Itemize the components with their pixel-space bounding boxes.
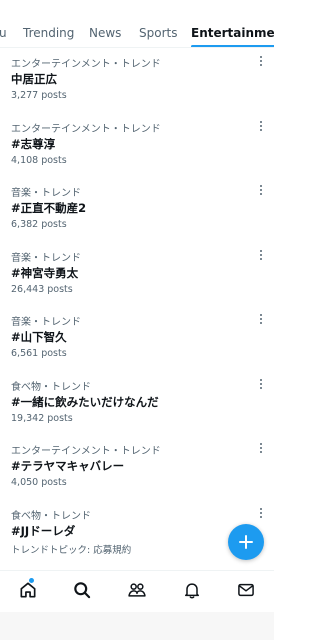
trend-name: #志尊淳 (11, 136, 56, 151)
trend-category: 音楽・トレンド (11, 252, 81, 264)
trend-item[interactable]: 音楽・トレンド #山下智久 6,561 posts (0, 306, 274, 371)
more-options-icon[interactable] (256, 377, 266, 391)
more-options-icon[interactable] (256, 119, 266, 133)
trend-name: #テラヤマキャバレー (11, 459, 125, 473)
trend-category: 食べ物・トレンド (11, 510, 91, 522)
trend-item[interactable]: 食べ物・トレンド #一緒に飲みたいだけなんだ 19,342 posts (0, 371, 274, 436)
trend-category: エンターテインメント・トレンド (11, 123, 161, 135)
trend-post-count: 26,443 posts (11, 283, 73, 295)
nav-communities[interactable] (127, 580, 147, 600)
bottom-navigation (0, 570, 274, 610)
trend-name: #神宮寺勇太 (11, 265, 79, 280)
compose-post-button[interactable] (228, 524, 264, 560)
trend-item[interactable]: 音楽・トレンド #正直不動産2 6,382 posts (0, 177, 274, 242)
bell-icon (185, 583, 199, 599)
trend-topic: トレンドトピック: 応募規約 (11, 544, 132, 556)
trend-category: 食べ物・トレンド (11, 381, 91, 393)
trend-post-count: 6,382 posts (11, 219, 67, 230)
plus-icon (239, 535, 253, 549)
trend-list: エンターテインメント・トレンド 中居正広 3,277 posts エンターテイン… (0, 48, 274, 564)
more-options-icon[interactable] (256, 506, 266, 520)
more-options-icon[interactable] (256, 183, 266, 197)
trend-item[interactable]: エンターテインメント・トレンド 中居正広 3,277 posts (0, 48, 274, 113)
tab-trending[interactable]: Trending (23, 0, 74, 47)
more-options-icon[interactable] (256, 312, 266, 326)
home-icon (20, 582, 36, 598)
communities-icon (128, 583, 146, 597)
tab-for-you[interactable]: u (0, 0, 7, 47)
nav-home[interactable] (18, 578, 38, 600)
nav-messages[interactable] (236, 580, 256, 600)
system-nav-bar (0, 612, 274, 640)
trend-name: #JJドーレダ (11, 523, 76, 538)
trend-post-count: 3,277 posts (11, 90, 67, 101)
more-options-icon[interactable] (256, 248, 266, 262)
nav-search[interactable] (72, 580, 92, 600)
mail-icon (238, 583, 254, 597)
trend-name: #山下智久 (11, 330, 67, 344)
trend-category: エンターテインメント・トレンド (11, 446, 161, 457)
trend-name: #一緒に飲みたいだけなんだ (11, 394, 159, 409)
more-options-icon[interactable] (256, 54, 266, 68)
trend-category: 音楽・トレンド (11, 188, 81, 199)
tab-entertainment[interactable]: Entertainment (191, 0, 274, 47)
tab-news[interactable]: News (89, 0, 121, 47)
notification-dot (29, 578, 34, 583)
trend-post-count: 4,108 posts (11, 154, 67, 166)
trend-item[interactable]: エンターテインメント・トレンド #テラヤマキャバレー 4,050 posts (0, 435, 274, 500)
trend-name: 中居正広 (11, 72, 57, 86)
search-icon (74, 582, 91, 599)
trend-category: エンターテインメント・トレンド (11, 59, 161, 70)
trend-category: 音楽・トレンド (11, 317, 81, 328)
trend-post-count: 19,342 posts (11, 412, 73, 424)
trend-item[interactable]: 音楽・トレンド #神宮寺勇太 26,443 posts (0, 242, 274, 307)
trend-item[interactable]: エンターテインメント・トレンド #志尊淳 4,108 posts (0, 113, 274, 178)
more-options-icon[interactable] (256, 441, 266, 455)
explore-tabs: u Trending News Sports Entertainment (0, 0, 274, 48)
trend-name: #正直不動産2 (11, 201, 87, 215)
trend-post-count: 6,561 posts (11, 348, 67, 359)
trend-post-count: 4,050 posts (11, 477, 67, 488)
tab-sports[interactable]: Sports (139, 0, 177, 47)
nav-notifications[interactable] (182, 580, 202, 600)
